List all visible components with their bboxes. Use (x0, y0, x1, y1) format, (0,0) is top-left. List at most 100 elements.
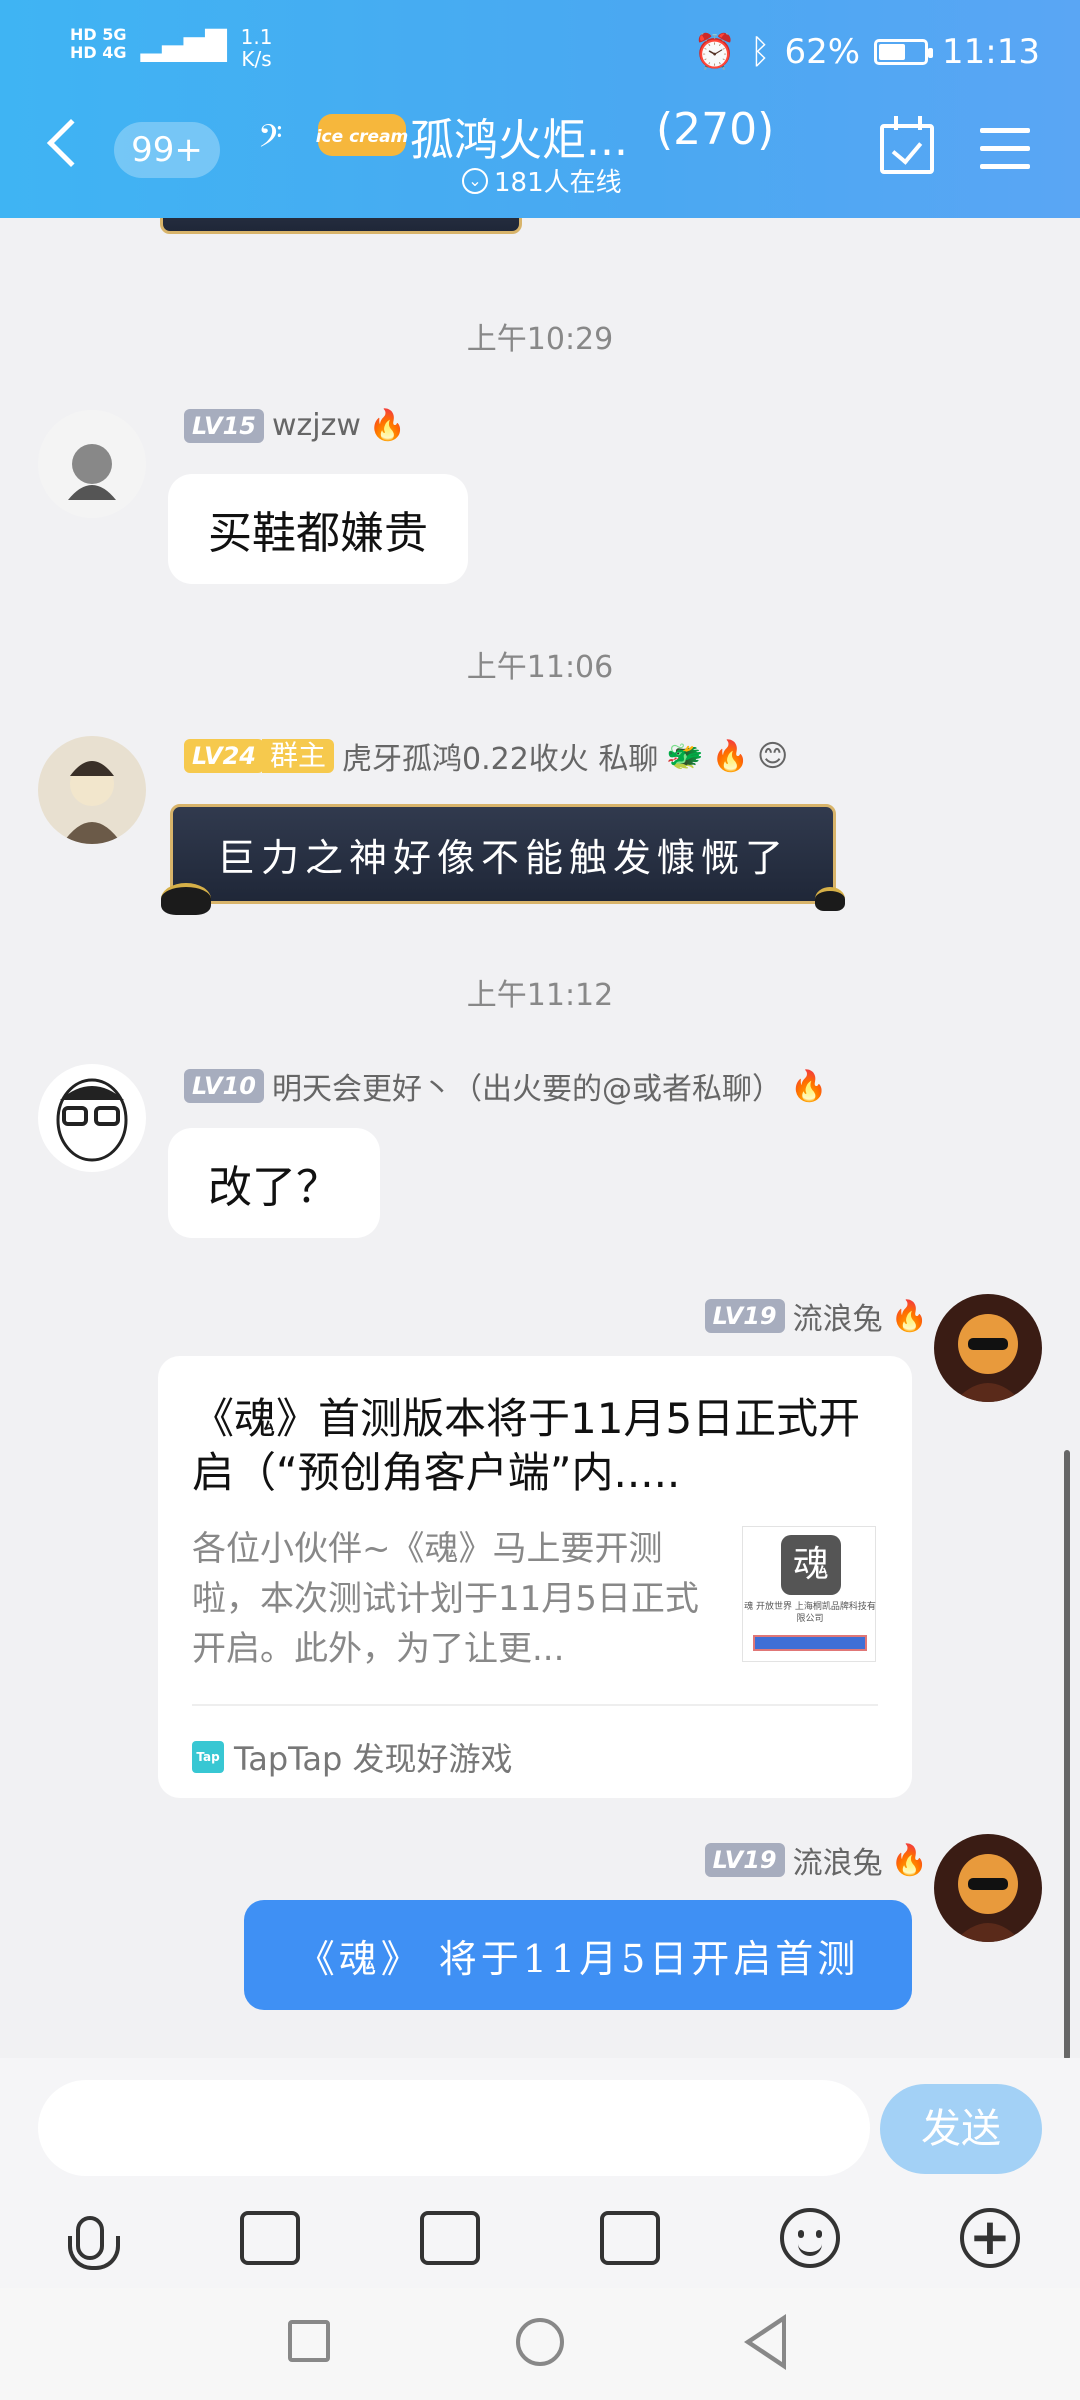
chat-header: HD 5G HD 4G ▂▄▆█ 1.1 K/s ⏰ ᛒ 62% 11:13 9… (0, 0, 1080, 218)
message-bubble[interactable]: 买鞋都嫌贵 (168, 474, 468, 584)
online-label: 181人在线 (494, 168, 622, 198)
emoji-icon (780, 2208, 840, 2268)
thumb-button (753, 1635, 867, 1651)
sender-name[interactable]: wzjzw (272, 408, 361, 443)
thumb-caption: 魂 开放世界 上海桐凯品牌科技有限公司 (744, 1602, 876, 1624)
clock: 11:13 (942, 32, 1040, 72)
game-logo-icon: 魂 (781, 1535, 841, 1595)
taptap-icon: Tap (192, 1741, 224, 1773)
red-packet-icon (600, 2211, 660, 2265)
camera-button[interactable] (410, 2198, 490, 2278)
status-bar: HD 5G HD 4G ▂▄▆█ 1.1 K/s ⏰ ᛒ 62% 11:13 (0, 0, 1080, 100)
input-bar: 发送 + (0, 2058, 1080, 2288)
card-thumbnail: 魂 魂 开放世界 上海桐凯品牌科技有限公司 (742, 1526, 876, 1662)
calendar-check-icon[interactable] (880, 116, 934, 174)
sender-name[interactable]: 流浪兔 (793, 1294, 883, 1338)
send-button[interactable]: 发送 (880, 2084, 1042, 2174)
message-list[interactable]: 上午10:29 LV15 wzjzw 🔥 买鞋都嫌贵 上午11:06 LV24 … (0, 218, 1080, 2058)
microphone-icon (68, 2216, 120, 2270)
card-title: 《魂》首测版本将于11月5日正式开启（“预创角客户端”内..... (192, 1394, 861, 1497)
signal-bars-icon: ▂▄▆█ (140, 29, 227, 62)
emoji-button[interactable] (770, 2198, 850, 2278)
back-button[interactable] (46, 118, 96, 168)
message-text: 《魂》 将于11月5日开启首测 (296, 1936, 860, 1981)
member-count[interactable]: (270) (656, 104, 774, 155)
avatar[interactable] (38, 736, 146, 844)
home-icon[interactable] (516, 2318, 564, 2366)
net-speed: 1.1 K/s (241, 26, 273, 70)
avatar[interactable] (934, 1294, 1042, 1402)
level-badge: LV10 (184, 1069, 264, 1103)
alarm-icon: ⏰ (693, 32, 737, 72)
net-speed-unit: K/s (241, 47, 272, 71)
sender-name[interactable]: 流浪兔 (793, 1838, 883, 1882)
sender-info: LV19 流浪兔 🔥 (704, 1294, 928, 1338)
fire-icon: 🔥 (890, 1298, 928, 1334)
message-text: 改了？ (208, 1162, 340, 1213)
group-title[interactable]: 孤鸿火炬... (410, 104, 628, 168)
recents-icon[interactable] (288, 2320, 330, 2362)
level-badge: LV19 (704, 1843, 785, 1877)
fire-icon: 🔥 (789, 1068, 828, 1104)
more-button[interactable]: + (950, 2198, 1030, 2278)
scrollbar[interactable] (1064, 1450, 1070, 2060)
cropped-message-bubble (160, 218, 522, 234)
fire-icon: 🔥 (890, 1842, 928, 1878)
battery-icon (874, 39, 934, 65)
signal-sim1: HD 5G (70, 25, 127, 44)
smile-flower-icon: 😊 (757, 738, 789, 774)
signal-sim2: HD 4G (70, 43, 127, 62)
unread-count-badge[interactable]: 99+ (114, 122, 220, 178)
level-badge: LV24 (184, 739, 264, 773)
red-packet-button[interactable] (590, 2198, 670, 2278)
message-bubble[interactable]: 改了？ (168, 1128, 380, 1238)
toolbar: + (0, 2198, 1080, 2278)
chevron-down-icon: ⌄ (462, 167, 488, 194)
nav-back-icon[interactable] (744, 2314, 786, 2370)
plus-icon: + (960, 2208, 1020, 2268)
avatar[interactable] (38, 410, 146, 518)
camera-icon (420, 2211, 480, 2265)
voice-button[interactable] (50, 2198, 130, 2278)
sender-info: LV19 流浪兔 🔥 (704, 1838, 928, 1882)
sender-name[interactable]: 明天会更好丶（出火要的@或者私聊） (272, 1064, 782, 1108)
fire-icon: 🔥 (711, 738, 750, 774)
pot-decoration-icon (815, 887, 845, 911)
image-button[interactable] (230, 2198, 310, 2278)
battery-percent: 62% (784, 32, 861, 72)
image-icon (240, 2211, 300, 2265)
message-text: 巨力之神好像不能触发慷慨了 (216, 835, 789, 880)
group-logo-text: ice cream (316, 127, 408, 147)
card-divider (192, 1704, 878, 1706)
message-input[interactable] (38, 2080, 870, 2176)
group-logo: ice cream (316, 114, 408, 156)
card-description: 各位小伙伴~《魂》马上要开测啦，本次测试计划于11月5日正式开启。此外，为了让更… (192, 1529, 699, 1669)
fire-icon: 🔥 (368, 408, 407, 443)
dragon-icon: 🐲 (666, 738, 704, 774)
avatar[interactable] (934, 1834, 1042, 1942)
shared-link-card[interactable]: 《魂》首测版本将于11月5日正式开启（“预创角客户端”内..... 各位小伙伴~… (158, 1356, 912, 1798)
owner-badge: 群主 (261, 739, 334, 773)
sender-info: LV10 明天会更好丶（出火要的@或者私聊） 🔥 (184, 1064, 827, 1108)
timestamp: 上午10:29 (466, 322, 614, 357)
signal-icon: HD 5G HD 4G (70, 26, 127, 62)
pot-decoration-icon (161, 883, 211, 915)
message-text: 买鞋都嫌贵 (208, 508, 428, 559)
level-badge: LV19 (704, 1299, 785, 1333)
timestamp: 上午11:06 (466, 650, 614, 685)
level-badge: LV15 (184, 408, 264, 443)
net-speed-value: 1.1 (240, 25, 273, 49)
earpiece-icon[interactable]: 𝄢 (258, 118, 282, 163)
timestamp: 上午11:12 (466, 978, 614, 1013)
card-source: Tap TapTap 发现好游戏 (192, 1734, 513, 1780)
menu-icon[interactable] (980, 128, 1030, 182)
card-source-label: TapTap 发现好游戏 (234, 1740, 513, 1778)
avatar[interactable] (38, 1064, 146, 1172)
sender-info: LV15 wzjzw 🔥 (184, 408, 406, 443)
sender-info: LV24 群主 虎牙孤鸿0.22收火 私聊 🐲 🔥 😊 (184, 734, 788, 778)
system-nav-bar (0, 2288, 1080, 2400)
message-bubble[interactable]: 巨力之神好像不能触发慷慨了 (161, 804, 845, 915)
online-count[interactable]: ⌄ 181人在线 (462, 162, 622, 199)
message-bubble[interactable]: 《魂》 将于11月5日开启首测 (244, 1900, 912, 2010)
sender-name[interactable]: 虎牙孤鸿0.22收火 私聊 (342, 734, 658, 778)
